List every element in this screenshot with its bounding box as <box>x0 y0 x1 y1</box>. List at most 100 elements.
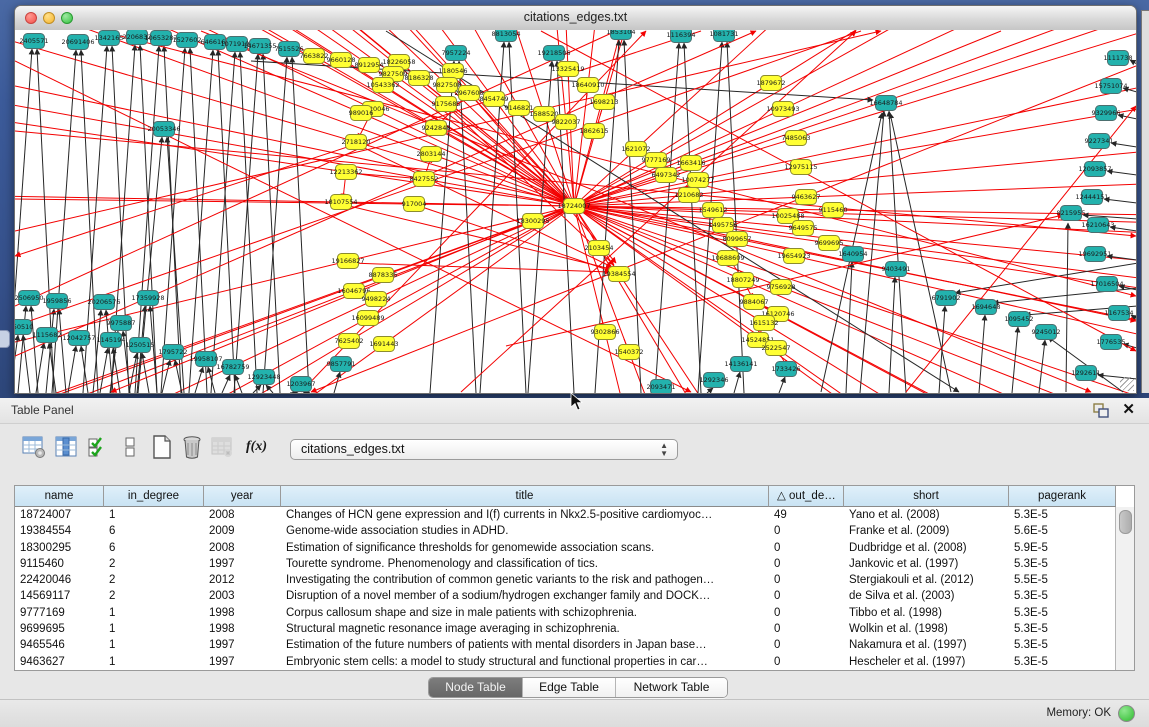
table-row[interactable]: 911546021997Tourette syndrome. Phenomeno… <box>15 556 1116 572</box>
network-node[interactable]: 12093857 <box>1078 162 1111 177</box>
network-node[interactable]: 1250515 <box>126 338 155 353</box>
network-node[interactable]: 1776535 <box>1097 335 1126 350</box>
network-node[interactable]: 1180546 <box>439 64 468 79</box>
network-node[interactable]: 9756928 <box>767 280 796 295</box>
table-cell[interactable]: 5.9E-5 <box>1009 540 1116 556</box>
network-node[interactable]: 17016504 <box>1090 277 1123 292</box>
network-node[interactable]: 20691406 <box>61 35 94 50</box>
table-row[interactable]: 977716911998Corpus callosum shape and si… <box>15 605 1116 621</box>
table-settings-icon[interactable] <box>22 435 46 459</box>
network-node[interactable]: 6791902 <box>932 291 961 306</box>
table-row[interactable]: 969969511998Structural magnetic resonanc… <box>15 621 1116 637</box>
table-cell[interactable]: 9115460 <box>15 556 104 572</box>
network-node[interactable]: 2522547 <box>762 341 791 356</box>
scrollbar-thumb[interactable] <box>1119 510 1132 534</box>
network-node[interactable]: 2405571 <box>20 34 49 49</box>
column-header-title[interactable]: title <box>281 486 769 507</box>
deselect-all-icon[interactable] <box>118 435 142 459</box>
network-node[interactable]: 1698213 <box>590 95 619 110</box>
network-node[interactable]: 10688609 <box>711 251 744 266</box>
table-cell[interactable]: 9463627 <box>15 654 104 670</box>
table-cell[interactable]: Yano et al. (2008) <box>844 507 1009 523</box>
table-cell[interactable]: 1 <box>104 605 204 621</box>
panel-splitter-handle[interactable] <box>0 330 10 348</box>
network-node[interactable]: 1733426 <box>772 362 801 377</box>
column-header-pagerank[interactable]: pagerank <box>1009 486 1116 507</box>
tab-network-table[interactable]: Network Table <box>616 678 727 697</box>
table-cell[interactable]: 0 <box>769 540 844 556</box>
table-cell[interactable]: Estimation of significance thresholds fo… <box>281 540 769 556</box>
column-header-out_de[interactable]: △ out_de… <box>769 486 844 507</box>
table-cell[interactable]: 1998 <box>204 621 281 637</box>
table-cell[interactable]: 49 <box>769 507 844 523</box>
table-cell[interactable]: Wolkin et al. (1998) <box>844 621 1009 637</box>
table-cell[interactable]: 5.5E-5 <box>1009 572 1116 588</box>
table-cell[interactable]: Dudbridge et al. (2008) <box>844 540 1009 556</box>
table-cell[interactable]: Jankovic et al. (1997) <box>844 556 1009 572</box>
table-row[interactable]: 1938455462009Genome-wide association stu… <box>15 523 1116 539</box>
table-cell[interactable]: 1997 <box>204 654 281 670</box>
network-node[interactable]: 1540372 <box>615 345 644 360</box>
network-node[interactable]: 9175685 <box>432 97 461 112</box>
network-node[interactable]: 9884067 <box>740 295 769 310</box>
table-cell[interactable]: 5.3E-5 <box>1009 637 1116 653</box>
network-node[interactable]: 9245012 <box>1032 325 1061 340</box>
table-cell[interactable]: Changes of HCN gene expression and I(f) … <box>281 507 769 523</box>
table-cell[interactable]: 0 <box>769 572 844 588</box>
network-node[interactable]: 6497342 <box>652 168 681 183</box>
column-visibility-icon[interactable] <box>54 435 78 459</box>
network-node[interactable]: 1663416 <box>677 156 706 171</box>
network-node[interactable]: 8215955 <box>1057 206 1086 221</box>
network-node[interactable]: 19166827 <box>331 254 364 269</box>
new-table-icon[interactable] <box>150 435 174 459</box>
table-cell[interactable]: Franke et al. (2009) <box>844 523 1009 539</box>
float-panel-icon[interactable] <box>1093 403 1109 418</box>
network-node[interactable]: 8813054 <box>492 30 521 42</box>
network-view-window[interactable]: citations_edges.txt 24055712069140613421… <box>14 5 1137 394</box>
network-node[interactable]: 1862615 <box>580 124 609 139</box>
tab-edge-table[interactable]: Edge Table <box>523 678 616 697</box>
table-cell[interactable]: 2008 <box>204 540 281 556</box>
network-node[interactable]: 7957224 <box>442 46 471 61</box>
network-canvas[interactable]: 2405571206914061342165220683210653287152… <box>15 30 1136 393</box>
delete-table-icon[interactable] <box>180 435 204 459</box>
network-node[interactable]: 1879672 <box>757 76 786 91</box>
table-cell[interactable]: Disruption of a novel member of a sodium… <box>281 588 769 604</box>
table-cell[interactable]: 0 <box>769 637 844 653</box>
table-cell[interactable]: 0 <box>769 605 844 621</box>
network-window-titlebar[interactable]: citations_edges.txt <box>15 6 1136 31</box>
network-node[interactable]: 19218506 <box>537 46 570 61</box>
table-cell[interactable]: 6 <box>104 540 204 556</box>
table-row[interactable]: 2242004622012Investigating the contribut… <box>15 572 1116 588</box>
network-node[interactable]: 7663822 <box>300 49 329 64</box>
network-node[interactable]: 2093471 <box>647 380 676 394</box>
table-cell[interactable]: Tourette syndrome. Phenomenology and cla… <box>281 556 769 572</box>
network-node[interactable]: 12444151 <box>1075 190 1108 205</box>
network-node[interactable]: 9975887 <box>107 316 136 331</box>
table-cell[interactable]: Estimation of the future numbers of pati… <box>281 637 769 653</box>
table-cell[interactable]: 1 <box>104 654 204 670</box>
network-node[interactable]: 2718120 <box>342 135 371 150</box>
table-cell[interactable]: 5.3E-5 <box>1009 507 1116 523</box>
network-node[interactable]: 1691443 <box>370 337 399 352</box>
network-node[interactable]: 2103454 <box>585 241 614 256</box>
network-node[interactable]: 19654923 <box>777 249 810 264</box>
network-node[interactable]: 8427552 <box>410 172 439 187</box>
memory-status-indicator[interactable] <box>1118 705 1135 722</box>
network-node[interactable]: 1615132 <box>750 316 779 331</box>
table-cell[interactable]: 2003 <box>204 588 281 604</box>
table-row[interactable]: 1830029562008Estimation of significance … <box>15 540 1116 556</box>
table-cell[interactable]: 18300295 <box>15 540 104 556</box>
network-node[interactable]: 1145194 <box>97 333 126 348</box>
window-resize-grip[interactable] <box>1120 377 1134 391</box>
table-row[interactable]: 946554611997Estimation of the future num… <box>15 637 1116 653</box>
network-node[interactable]: 12975115 <box>784 160 817 175</box>
network-node[interactable]: 1116394 <box>667 30 696 43</box>
table-cell[interactable]: 9777169 <box>15 605 104 621</box>
network-node[interactable]: 10074277 <box>681 173 714 188</box>
network-node[interactable]: 1210682 <box>675 188 704 203</box>
table-cell[interactable]: 19384554 <box>15 523 104 539</box>
table-cell[interactable]: 5.3E-5 <box>1009 556 1116 572</box>
column-header-in_degree[interactable]: in_degree <box>104 486 204 507</box>
table-cell[interactable]: Tibbo et al. (1998) <box>844 605 1009 621</box>
